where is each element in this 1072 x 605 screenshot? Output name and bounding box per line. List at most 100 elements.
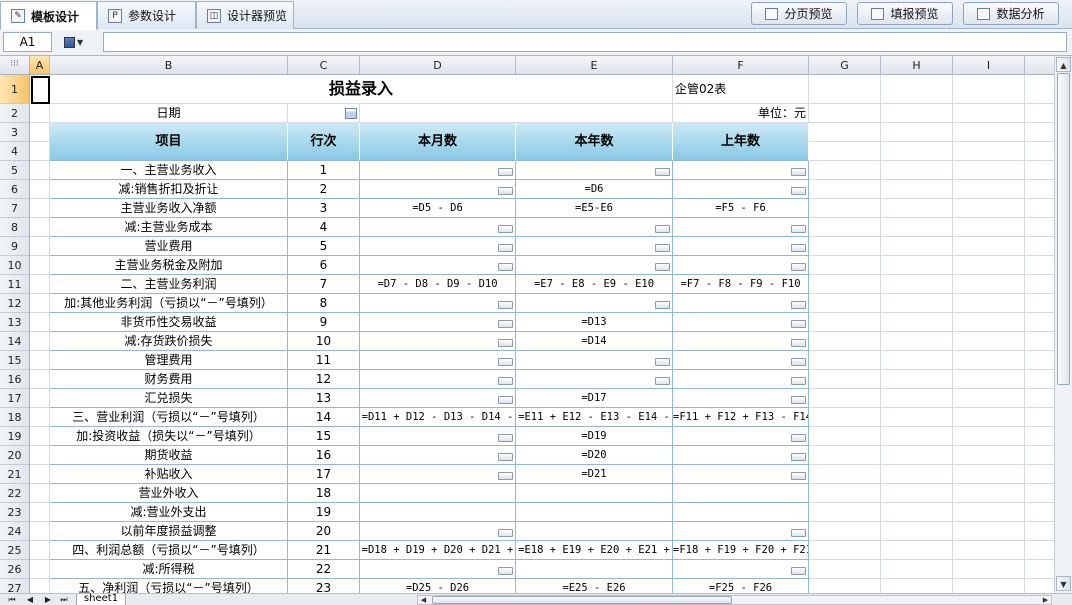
sheet-tab[interactable]: sheet1 [76,594,126,605]
grid-cell[interactable] [881,351,953,370]
line-number-cell[interactable]: 1 [288,161,360,180]
year-value-cell[interactable] [516,294,673,313]
year-value-cell[interactable] [516,370,673,389]
grid-cell[interactable] [1025,465,1054,484]
month-value-cell[interactable] [360,465,516,484]
item-label-cell[interactable]: 主营业务收入净额 [50,199,288,218]
grid-cell[interactable] [30,389,50,408]
line-number-cell[interactable]: 3 [288,199,360,218]
grid-cell[interactable] [953,161,1025,180]
grid-cell[interactable] [953,104,1025,123]
tab-parameter-design[interactable]: P 参数设计 [97,1,196,29]
scroll-down-icon[interactable]: ▼ [1056,576,1071,591]
row-header-20[interactable]: 20 [0,446,30,465]
row-header-22[interactable]: 22 [0,484,30,503]
item-label-cell[interactable]: 主营业务税金及附加 [50,256,288,275]
scroll-up-icon[interactable]: ▲ [1056,57,1071,72]
year-value-cell[interactable] [516,522,673,541]
month-value-cell[interactable] [360,389,516,408]
grid-cell[interactable] [30,142,50,161]
grid-cell[interactable] [953,465,1025,484]
grid-cell[interactable] [30,503,50,522]
grid-cell[interactable] [881,275,953,294]
year-value-cell[interactable]: =D17 [516,389,673,408]
report-title[interactable]: 损益录入 [50,75,673,104]
row-header-25[interactable]: 25 [0,541,30,560]
line-number-cell[interactable]: 20 [288,522,360,541]
grid-cell[interactable] [881,75,953,104]
grid-cell[interactable] [1025,522,1054,541]
grid-cell[interactable] [30,180,50,199]
input-widget-icon[interactable] [498,377,513,385]
last-year-value-cell[interactable] [673,389,809,408]
year-value-cell[interactable]: =D19 [516,427,673,446]
grid-cell[interactable] [30,123,50,142]
month-value-cell[interactable] [360,332,516,351]
year-value-cell[interactable]: =D20 [516,446,673,465]
line-number-cell[interactable]: 4 [288,218,360,237]
input-widget-icon[interactable] [655,168,670,176]
grid-cell[interactable] [1025,104,1054,123]
grid-cell[interactable] [809,484,881,503]
line-number-cell[interactable]: 14 [288,408,360,427]
grid-cell[interactable] [1025,503,1054,522]
item-label-cell[interactable]: 营业费用 [50,237,288,256]
last-year-value-cell[interactable] [673,256,809,275]
grid-cell[interactable] [30,237,50,256]
item-label-cell[interactable]: 减:所得税 [50,560,288,579]
row-header-11[interactable]: 11 [0,275,30,294]
grid-cell[interactable] [881,218,953,237]
item-label-cell[interactable]: 减:主营业务成本 [50,218,288,237]
input-widget-icon[interactable] [791,358,806,366]
column-header-c[interactable]: C [288,56,360,75]
first-sheet-icon[interactable]: ⏮ [6,595,18,605]
month-value-cell[interactable] [360,446,516,465]
grid-cell[interactable] [1025,313,1054,332]
last-year-value-cell[interactable] [673,218,809,237]
grid-cell[interactable] [30,446,50,465]
grid-cell[interactable] [809,503,881,522]
grid-cell[interactable] [809,142,881,161]
month-value-cell[interactable]: =D5 - D6 [360,199,516,218]
grid-cell[interactable] [881,104,953,123]
row-header-21[interactable]: 21 [0,465,30,484]
grid-cell[interactable] [881,503,953,522]
grid-cell[interactable] [953,503,1025,522]
month-value-cell[interactable] [360,503,516,522]
column-header-a[interactable]: A [30,56,50,75]
grid-cell[interactable] [1025,370,1054,389]
item-label-cell[interactable]: 加:投资收益（损失以“－”号填列） [50,427,288,446]
grid-cell[interactable] [809,370,881,389]
row-header-1[interactable]: 1 [0,75,30,104]
row-header-9[interactable]: 9 [0,237,30,256]
grid-cell[interactable] [953,522,1025,541]
select-all-corner[interactable]: ⁝⁝⁝ [0,56,30,75]
row-header-12[interactable]: 12 [0,294,30,313]
input-widget-icon[interactable] [655,225,670,233]
row-header-2[interactable]: 2 [0,104,30,123]
month-value-cell[interactable] [360,484,516,503]
line-number-cell[interactable]: 16 [288,446,360,465]
vertical-scrollbar[interactable]: ▲ ▼ [1054,56,1072,593]
grid-cell[interactable] [881,389,953,408]
last-year-value-cell[interactable] [673,560,809,579]
grid-cell[interactable] [881,408,953,427]
item-label-cell[interactable]: 汇兑损失 [50,389,288,408]
grid-cell[interactable] [953,370,1025,389]
grid-cell[interactable] [30,332,50,351]
item-label-cell[interactable]: 五、净利润（亏损以“－”号填列） [50,579,288,593]
year-value-cell[interactable]: =E11 + E12 - E13 - E14 - [516,408,673,427]
item-label-cell[interactable]: 二、主营业务利润 [50,275,288,294]
month-value-cell[interactable]: =D7 - D8 - D9 - D10 [360,275,516,294]
tab-template-design[interactable]: ✎ 模板设计 [0,1,97,30]
item-label-cell[interactable]: 期货收益 [50,446,288,465]
last-year-value-cell[interactable] [673,465,809,484]
last-year-value-cell[interactable] [673,161,809,180]
grid-cell[interactable] [881,484,953,503]
grid-cell[interactable] [30,351,50,370]
grid-cell[interactable] [809,294,881,313]
vertical-scroll-thumb[interactable] [1057,73,1070,385]
input-widget-icon[interactable] [498,453,513,461]
input-widget-icon[interactable] [655,301,670,309]
grid-cell[interactable] [809,351,881,370]
